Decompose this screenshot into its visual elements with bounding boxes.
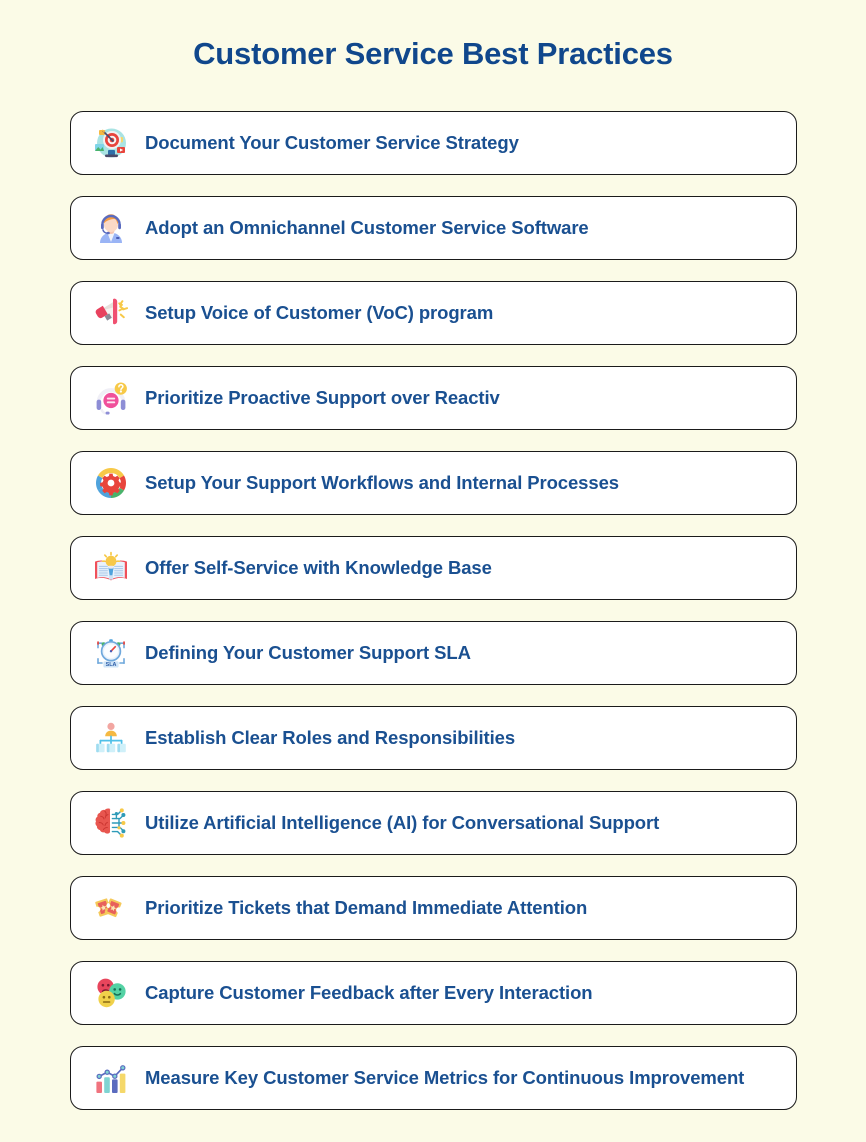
- headset-question-icon: [91, 378, 131, 418]
- svg-text:SLA: SLA: [106, 662, 117, 668]
- list-item[interactable]: Setup Your Support Workflows and Interna…: [70, 451, 797, 515]
- page-title: Customer Service Best Practices: [193, 36, 673, 71]
- list-item-label: Utilize Artificial Intelligence (AI) for…: [145, 812, 660, 833]
- list-item[interactable]: Utilize Artificial Intelligence (AI) for…: [70, 791, 797, 855]
- megaphone-icon: [91, 293, 131, 333]
- list-item-label: Adopt an Omnichannel Customer Service So…: [145, 217, 589, 238]
- best-practices-list: Document Your Customer Service Strategy: [70, 111, 797, 1110]
- list-item-label: Setup Your Support Workflows and Interna…: [145, 472, 619, 493]
- list-item-label: Defining Your Customer Support SLA: [145, 642, 471, 663]
- list-item[interactable]: Offer Self-Service with Knowledge Base: [70, 536, 797, 600]
- list-item[interactable]: Establish Clear Roles and Responsibiliti…: [70, 706, 797, 770]
- list-item[interactable]: Prioritize Tickets that Demand Immediate…: [70, 876, 797, 940]
- list-item-label: Setup Voice of Customer (VoC) program: [145, 302, 494, 323]
- list-item-label: Prioritize Proactive Support over Reacti…: [145, 387, 500, 408]
- list-item-label: Document Your Customer Service Strategy: [145, 132, 519, 153]
- gear-workflow-icon: [91, 463, 131, 503]
- list-item-label: Offer Self-Service with Knowledge Base: [145, 557, 492, 578]
- bar-chart-metrics-icon: [91, 1058, 131, 1098]
- open-book-lightbulb-icon: [91, 548, 131, 588]
- target-dartboard-icon: [91, 123, 131, 163]
- list-item[interactable]: Prioritize Proactive Support over Reacti…: [70, 366, 797, 430]
- list-item[interactable]: Document Your Customer Service Strategy: [70, 111, 797, 175]
- infographic-page: Customer Service Best Practices Document…: [0, 0, 866, 1142]
- sla-stopwatch-icon: SLA: [91, 633, 131, 673]
- list-item-label: Capture Customer Feedback after Every In…: [145, 982, 593, 1003]
- tickets-icon: [91, 888, 131, 928]
- feedback-smileys-icon: [91, 973, 131, 1013]
- list-item[interactable]: SLA Defining Your Customer Support SLA: [70, 621, 797, 685]
- list-item[interactable]: Adopt an Omnichannel Customer Service So…: [70, 196, 797, 260]
- list-item[interactable]: Measure Key Customer Service Metrics for…: [70, 1046, 797, 1110]
- list-item-label: Establish Clear Roles and Responsibiliti…: [145, 727, 516, 748]
- support-agent-headset-icon: [91, 208, 131, 248]
- org-chart-icon: [91, 718, 131, 758]
- ai-brain-circuit-icon: [91, 803, 131, 843]
- list-item[interactable]: Setup Voice of Customer (VoC) program: [70, 281, 797, 345]
- list-item[interactable]: Capture Customer Feedback after Every In…: [70, 961, 797, 1025]
- list-item-label: Measure Key Customer Service Metrics for…: [145, 1067, 745, 1088]
- list-item-label: Prioritize Tickets that Demand Immediate…: [145, 897, 588, 918]
